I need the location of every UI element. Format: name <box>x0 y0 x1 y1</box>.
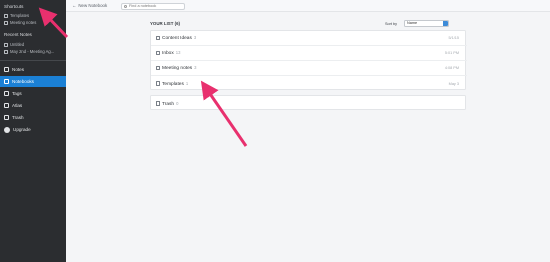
nav-label: Trash <box>12 115 24 120</box>
recent-note-label: May 2nd - Meeting Ag... <box>10 49 55 54</box>
notebook-icon <box>156 65 160 71</box>
notebook-name: Templates <box>162 81 184 87</box>
note-icon <box>4 42 8 47</box>
notebooks-icon <box>4 79 9 84</box>
recent-note-meeting[interactable]: May 2nd - Meeting Ag... <box>4 49 54 54</box>
sort-dropdown[interactable]: Name <box>404 20 449 27</box>
shortcut-label: Meeting notes <box>10 20 37 25</box>
notebook-icon <box>4 20 8 25</box>
notebook-row-meeting-notes[interactable]: Meeting notes 3 4:08 PM <box>151 61 467 76</box>
nav-upgrade[interactable]: Upgrade <box>0 124 66 135</box>
notebook-date: 5:01 PM <box>444 51 459 55</box>
notebook-date: May 3 <box>448 81 459 86</box>
notebook-row-templates[interactable]: Templates 1 May 3 <box>151 76 467 91</box>
trash-name: Trash <box>162 101 175 107</box>
notebook-list-panel: YOUR LIST (6) Sort by Name Content Ideas… <box>66 12 550 262</box>
notebook-name: Content Ideas <box>162 36 192 41</box>
recent-notes-title: Recent Notes <box>4 32 32 37</box>
notebook-date: 4:08 PM <box>444 66 459 70</box>
arrow-left-icon: ← <box>72 3 77 8</box>
recent-note-untitled[interactable]: Untitled <box>4 42 24 47</box>
nav-trash[interactable]: Trash <box>0 112 66 123</box>
notebook-count: 13 <box>175 50 181 55</box>
chevron-down-icon <box>443 21 448 27</box>
notes-icon <box>4 67 9 72</box>
search-box[interactable] <box>121 2 185 10</box>
note-icon <box>4 49 8 54</box>
tag-icon <box>4 91 9 96</box>
trash-card: Trash 0 <box>150 95 466 110</box>
new-notebook-label: New Notebook <box>78 3 108 8</box>
nav-label: Upgrade <box>13 127 31 132</box>
notebook-icon <box>156 35 160 41</box>
trash-icon <box>156 101 160 106</box>
list-header: YOUR LIST (6) Sort by Name <box>150 20 466 28</box>
list-title: YOUR LIST (6) <box>150 21 181 26</box>
search-icon <box>124 4 127 8</box>
notebook-icon <box>4 13 8 18</box>
notebook-name: Inbox <box>162 51 174 56</box>
trash-count: 0 <box>176 100 179 106</box>
trash-icon <box>4 115 9 120</box>
atlas-icon <box>4 103 9 108</box>
nav-atlas[interactable]: Atlas <box>0 100 66 111</box>
search-input[interactable] <box>129 4 181 8</box>
notebook-count: 1 <box>185 80 189 86</box>
sidebar-divider <box>0 60 66 61</box>
notebook-row-content-ideas[interactable]: Content Ideas 3 5/1/15 <box>151 31 467 46</box>
shortcut-item-templates[interactable]: Templates <box>4 13 29 18</box>
notebook-icon <box>156 81 160 86</box>
notebook-row-inbox[interactable]: Inbox 13 5:01 PM <box>151 46 467 61</box>
new-notebook-button[interactable]: ← New Notebook <box>72 3 107 8</box>
sidebar: Shortcuts Templates Meeting notes Recent… <box>0 0 66 262</box>
top-bar: ← New Notebook <box>66 0 550 12</box>
sort-value: Name <box>407 21 418 25</box>
notebook-date: 5/1/15 <box>448 36 459 40</box>
notebook-name: Meeting notes <box>162 66 193 71</box>
notebook-count: 3 <box>193 35 197 40</box>
nav-tags[interactable]: Tags <box>0 88 66 99</box>
shortcut-label: Templates <box>10 13 30 18</box>
nav-notes[interactable]: Notes <box>0 64 66 75</box>
nav-label: Tags <box>12 91 22 96</box>
nav-notebooks[interactable]: Notebooks <box>0 76 66 87</box>
nav-label: Atlas <box>12 103 23 108</box>
notebook-icon <box>156 50 160 56</box>
notebook-count: 3 <box>194 65 197 70</box>
nav-label: Notes <box>12 67 25 72</box>
sort-label: Sort by <box>385 21 398 26</box>
shortcut-item-meeting-notes[interactable]: Meeting notes <box>4 20 36 25</box>
notebook-row-trash[interactable]: Trash 0 <box>151 96 467 111</box>
notebook-list: Content Ideas 3 5/1/15 Inbox 13 5:01 PM Me… <box>150 30 467 91</box>
upgrade-icon <box>4 126 10 133</box>
nav-label: Notebooks <box>12 79 34 84</box>
shortcuts-title: Shortcuts <box>4 4 24 9</box>
recent-note-label: Untitled <box>10 42 25 47</box>
